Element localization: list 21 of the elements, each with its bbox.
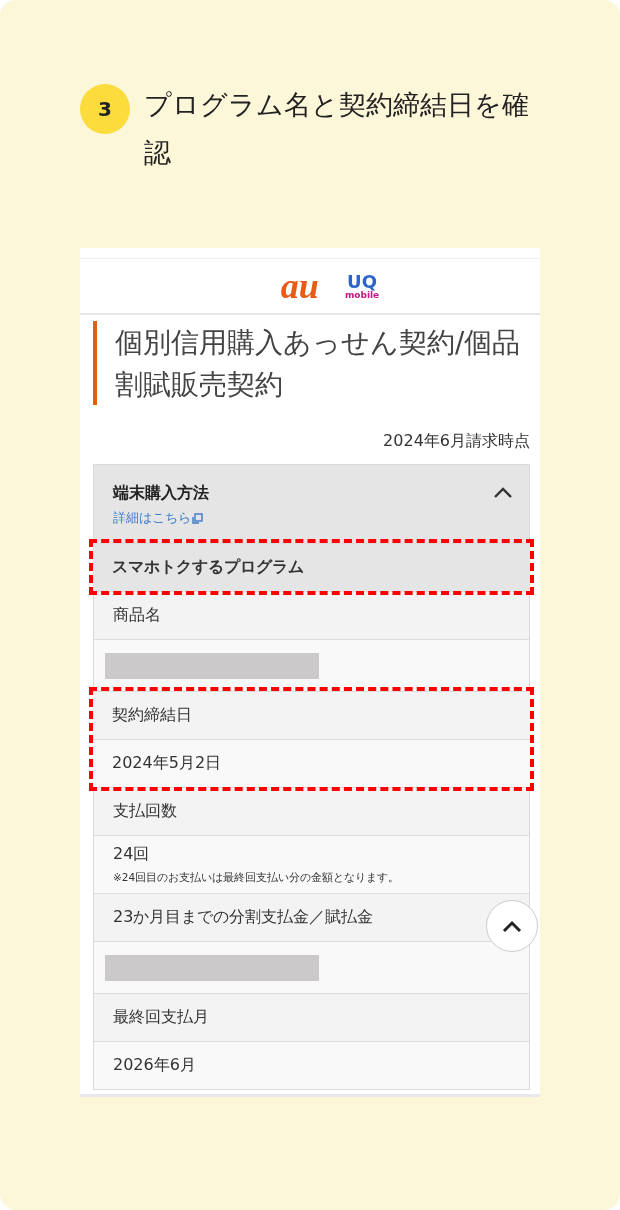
billing-date-text: 2024年6月請求時点 <box>382 431 530 452</box>
program-name-row: スマホトクするプログラム <box>93 543 530 591</box>
footnote-text: ※24回目のお支払いは最終回支払い分の金額となります。 <box>113 871 400 885</box>
step-number-badge: 3 <box>80 84 130 134</box>
step-title: プログラム名と契約締結日を確認 <box>144 88 530 170</box>
field-label: 契約締結日 <box>93 691 530 739</box>
field-label: 23か月目までの分割支払金／賦払金 <box>94 893 529 941</box>
details-link[interactable]: 詳細はこちら <box>113 510 209 527</box>
page-title: 個別信用購入あっせん契約/個品割賦販売契約 <box>93 321 540 405</box>
au-logo: au <box>280 268 319 304</box>
field-label: 支払回数 <box>94 787 529 835</box>
uq-mobile-logo: UQ mobile <box>344 272 380 300</box>
field-value: 24回 <box>113 844 150 865</box>
accordion-header[interactable]: 端末購入方法 詳細はこちら <box>94 465 529 543</box>
field-value: 2024年5月2日 <box>93 739 530 787</box>
field-label: 商品名 <box>94 591 529 639</box>
section-title: 端末購入方法 <box>113 483 209 504</box>
chevron-up-icon <box>501 919 523 933</box>
field-value: 2026年6月 <box>94 1041 529 1089</box>
external-link-icon <box>192 513 203 524</box>
field-label: 最終回支払月 <box>94 993 529 1041</box>
